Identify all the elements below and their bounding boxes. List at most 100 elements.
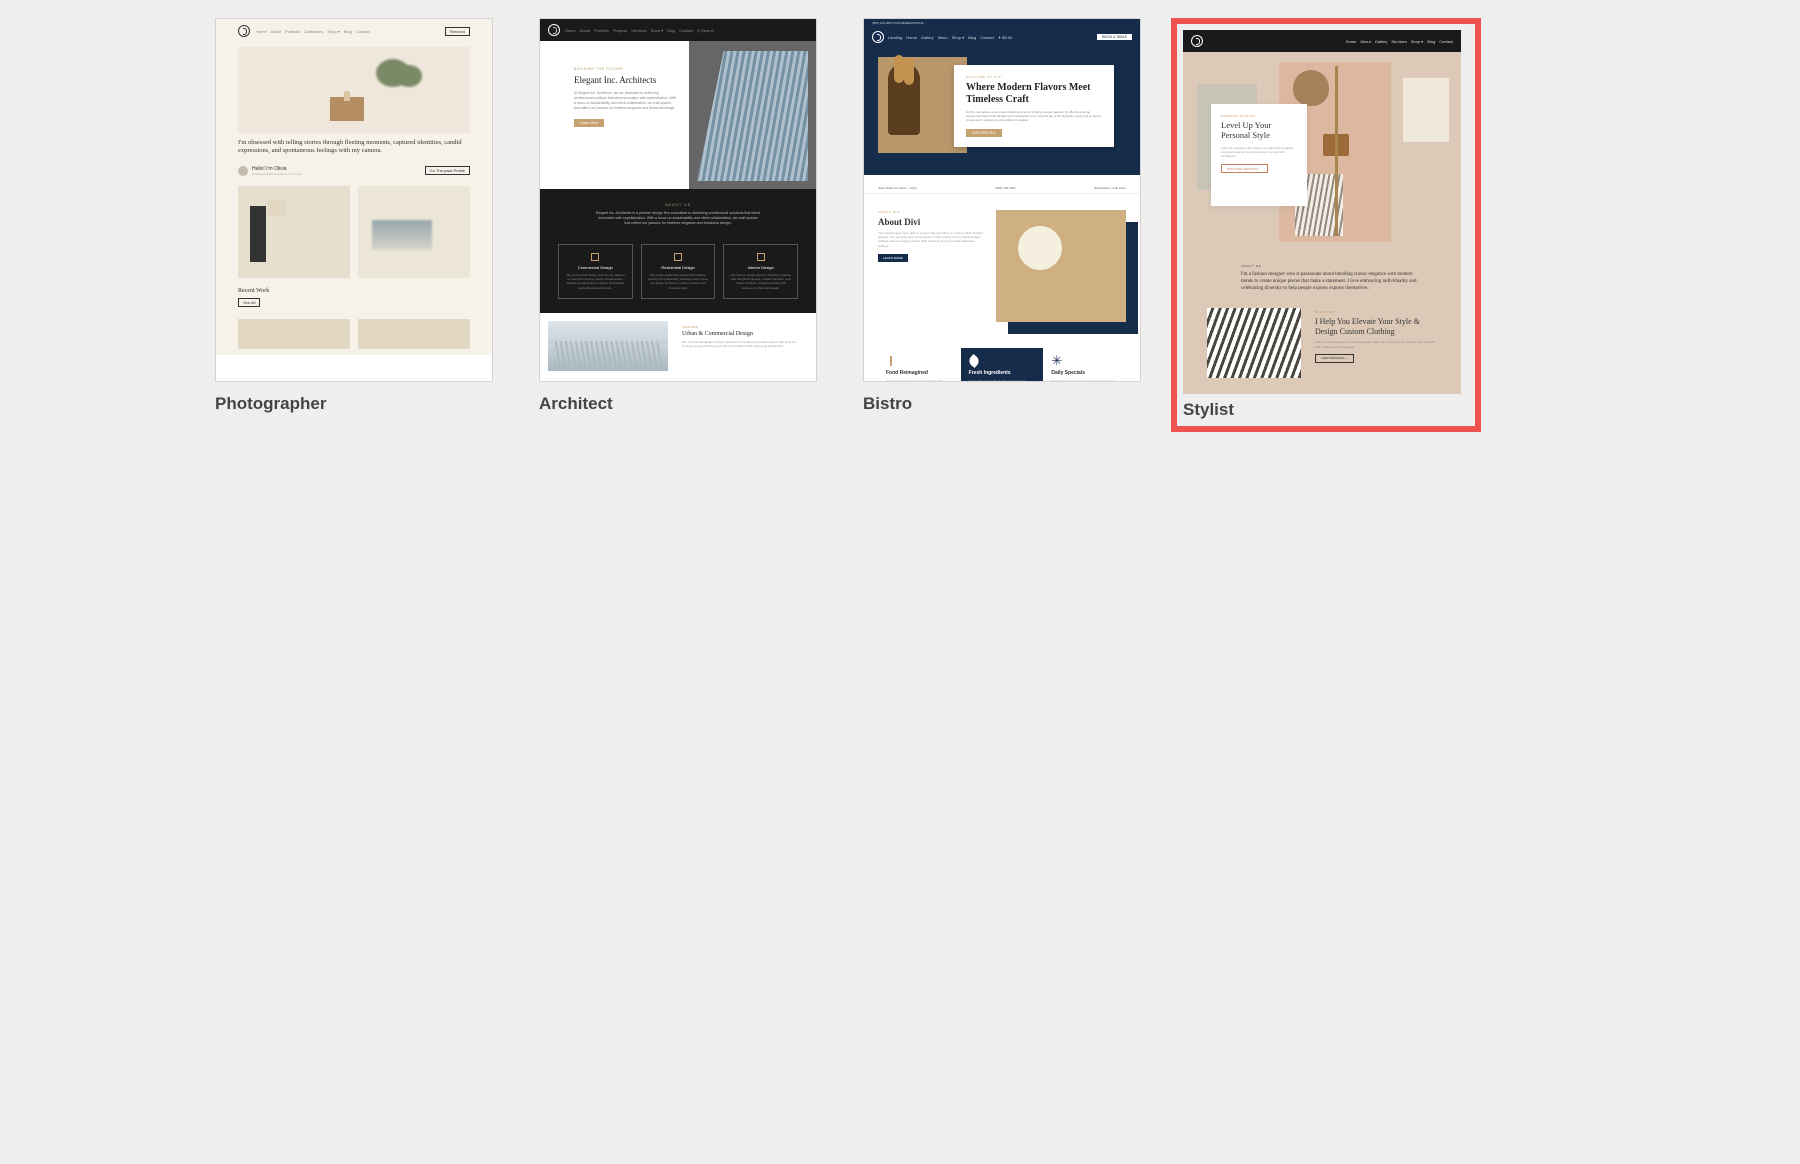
featured-desc: Our commercial design services specializ…	[682, 340, 802, 348]
image-row	[238, 319, 470, 349]
eyebrow: WELCOME TO DIVI	[966, 75, 1102, 79]
preview-nav-links: HomeAbout PortfolioProjects ServicesShop…	[565, 28, 714, 33]
template-caption: Stylist	[1183, 400, 1469, 420]
template-grid: HomeAbout PortfolioCollections Shop ▾Blo…	[215, 18, 1585, 432]
service-icon	[757, 253, 765, 261]
eyebrow: ABOUT US	[574, 203, 782, 207]
hero-image	[238, 47, 470, 133]
recent-heading: Recent Work	[238, 288, 470, 294]
template-card-architect[interactable]: HomeAbout PortfolioProjects ServicesShop…	[539, 18, 817, 432]
cta-button: LEARN MORE	[878, 254, 908, 262]
service-card: Residential Design We create residential…	[641, 244, 716, 299]
featured-image	[548, 321, 668, 371]
template-preview: HomeAbout PortfolioCollections Shop ▾Blo…	[215, 18, 493, 382]
cta-button: Learn More	[574, 119, 604, 127]
nav-button: Remond	[445, 27, 470, 36]
hero-sub: At Elegant Inc. Architects, we are dedic…	[574, 91, 677, 111]
hero-image	[689, 41, 816, 189]
gallery-image	[358, 186, 470, 278]
service-title: Commercial Design	[565, 265, 626, 270]
author-row: Hello! I'm Olivia Professional Photograp…	[238, 166, 470, 176]
preview-navbar: LandingHome GalleryMenu Shop ▾Blog Conta…	[864, 27, 1140, 47]
about-section: ABOUT DIVI About Divi Your content goes …	[864, 194, 1140, 338]
fork-icon	[886, 356, 896, 366]
features-row: Food Reimagined Our kitchen is guided to…	[878, 348, 1126, 382]
feature-desc: Our kitchen is guided to create dishes t…	[886, 379, 953, 382]
cta-button: EXPLORE DIVI	[966, 129, 1002, 137]
see-all-button: See All	[238, 298, 260, 307]
template-caption: Architect	[539, 394, 817, 414]
featured-title: Urban & Commercial Design	[682, 331, 802, 337]
section-image	[1207, 308, 1301, 378]
about-text: Elegant Inc. Architects is a premier des…	[595, 211, 761, 226]
template-preview: HomeAbout PortfolioProjects ServicesShop…	[539, 18, 817, 382]
preview-nav-links: HomeAbout GalleryServices Shop ▾Blog Con…	[1346, 39, 1453, 44]
services-row: Commercial Design Our commercial design …	[540, 244, 816, 313]
cta-button: VIEW SERVICES →	[1315, 354, 1354, 363]
hero-text: BUILDING THE FUTURE Elegant Inc. Archite…	[540, 41, 689, 189]
feature-desc: Something new every day. Our rotating sp…	[1051, 379, 1118, 382]
hero-section: WELCOME TO DIVI Where Modern Flavors Mee…	[864, 47, 1140, 175]
hero-card: FASHION STYLIST Level Up Your Personal S…	[1211, 104, 1307, 206]
about-title: About Divi	[878, 217, 984, 227]
preview-navbar: HomeAbout PortfolioProjects ServicesShop…	[540, 19, 816, 41]
eyebrow: FASHION STYLIST	[1221, 114, 1297, 118]
gallery-image	[358, 319, 470, 349]
preview-navbar: HomeAbout PortfolioCollections Shop ▾Blo…	[238, 25, 470, 37]
template-card-stylist[interactable]: HomeAbout GalleryServices Shop ▾Blog Con…	[1187, 18, 1465, 432]
leaf-icon	[967, 354, 981, 368]
avatar	[238, 166, 248, 176]
service-title: Interior Design	[730, 265, 791, 270]
what-section: WHAT I DO I Help You Elevate Your Style …	[1183, 298, 1461, 378]
service-desc: Our commercial design services are tailo…	[565, 273, 626, 290]
template-card-photographer[interactable]: HomeAbout PortfolioCollections Shop ▾Blo…	[215, 18, 493, 432]
about-text: Your content goes here. Edit or remove t…	[878, 231, 984, 248]
template-preview: (555) 123-4567 FOR RESERVATIONS LandingH…	[863, 18, 1141, 382]
template-card-bistro[interactable]: (555) 123-4567 FOR RESERVATIONS LandingH…	[863, 18, 1141, 432]
template-caption: Bistro	[863, 394, 1141, 414]
template-gallery: HomeAbout PortfolioCollections Shop ▾Blo…	[215, 0, 1585, 472]
hero-title: Level Up Your Personal Style	[1221, 121, 1297, 141]
logo-icon	[548, 24, 560, 36]
eyebrow: ABOUT DIVI	[878, 210, 984, 214]
feature-title: Fresh Ingredients	[969, 370, 1036, 376]
strip-item: Open Daily from 8am – 10pm	[878, 186, 917, 190]
logo-icon	[238, 25, 250, 37]
profile-button: Go The-pack Profile	[425, 166, 471, 175]
feature-card: Fresh Ingredients Every dish starts with…	[961, 348, 1044, 382]
book-button: BOOK A TABLE	[1097, 34, 1132, 40]
hero-card: WELCOME TO DIVI Where Modern Flavors Mee…	[954, 65, 1114, 147]
image-row	[238, 186, 470, 278]
info-strip: Open Daily from 8am – 10pm (555) 123-456…	[864, 183, 1140, 194]
featured-section: FEATURED Urban & Commercial Design Our c…	[540, 313, 816, 379]
hero-title: Where Modern Flavors Meet Timeless Craft	[966, 82, 1102, 105]
hero-sub: At Divi, we believe every meal should te…	[966, 110, 1102, 123]
service-card: Commercial Design Our commercial design …	[558, 244, 633, 299]
logo-icon	[1191, 35, 1203, 47]
feature-card: ✳ Daily Specials Something new every day…	[1043, 348, 1126, 382]
service-desc: Our interior design services transform s…	[730, 273, 791, 290]
hero-section: FASHION STYLIST Level Up Your Personal S…	[1183, 52, 1461, 260]
gallery-image	[238, 186, 350, 278]
about-section: ABOUT US Elegant Inc. Architects is a pr…	[540, 189, 816, 244]
section-desc: From personal styling to custom-made gar…	[1315, 340, 1437, 348]
cta-button: DISCOVER SERVICES →	[1221, 164, 1268, 173]
service-icon	[674, 253, 682, 261]
eyebrow: WHAT I DO	[1315, 310, 1437, 314]
section-title: I Help You Elevate Your Style & Design C…	[1315, 317, 1437, 336]
strip-item: Weeknights • until 11pm	[1094, 186, 1126, 190]
template-caption: Photographer	[215, 394, 493, 414]
logo-icon	[872, 31, 884, 43]
service-desc: We create residential spaces that balanc…	[648, 273, 709, 290]
feature-title: Food Reimagined	[886, 370, 953, 376]
topbar: (555) 123-4567 FOR RESERVATIONS	[864, 19, 1140, 27]
about-section: ABOUT ME I'm a fashion designer who is p…	[1183, 260, 1461, 298]
eyebrow: ABOUT ME	[1241, 264, 1421, 268]
hero-title: Elegant Inc. Architects	[574, 75, 677, 85]
about-image	[996, 210, 1126, 322]
hero-intro: I'm obsessed with telling stories throug…	[238, 139, 470, 156]
service-icon	[591, 253, 599, 261]
selection-highlight: HomeAbout GalleryServices Shop ▾Blog Con…	[1171, 18, 1481, 432]
gallery-image	[238, 319, 350, 349]
preview-nav-links: HomeAbout PortfolioCollections Shop ▾Blo…	[256, 29, 370, 34]
